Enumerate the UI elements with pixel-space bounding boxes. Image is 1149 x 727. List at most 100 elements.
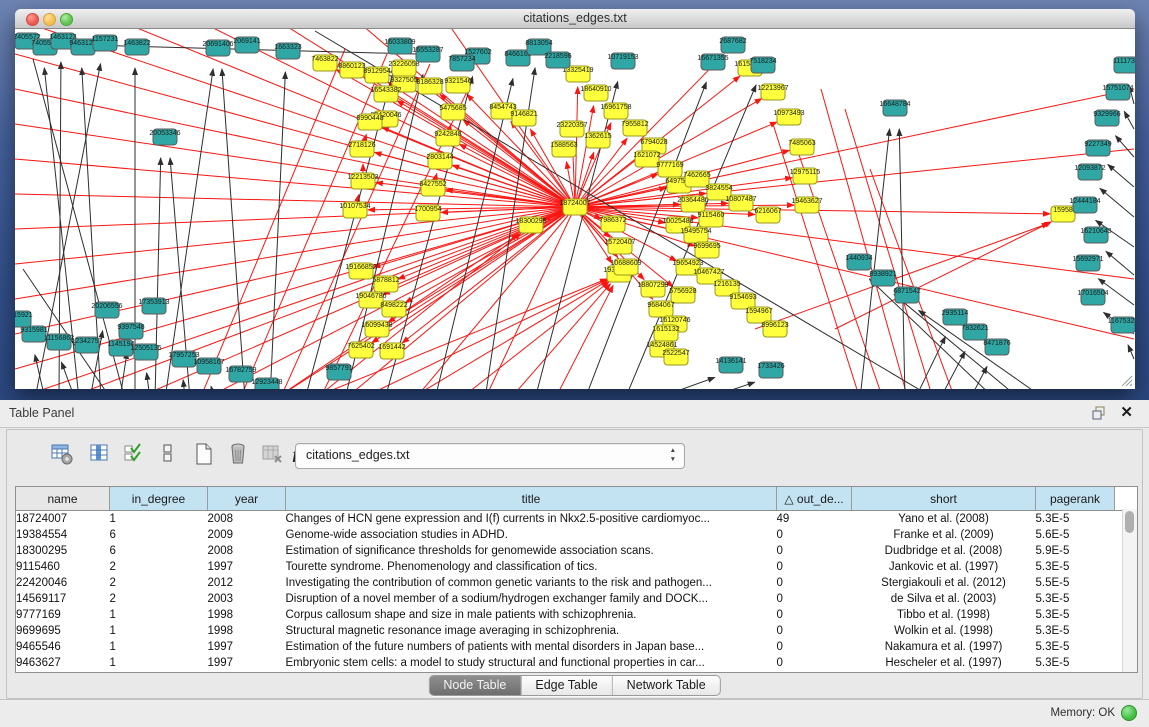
- graph-node[interactable]: 19495754: [680, 227, 711, 243]
- graph-edge[interactable]: [915, 337, 945, 389]
- graph-node[interactable]: 8186328: [416, 78, 443, 94]
- graph-node[interactable]: 20053346: [149, 129, 180, 145]
- graph-node[interactable]: 19463627: [791, 197, 822, 213]
- graph-node[interactable]: 1615132: [652, 325, 679, 341]
- column-header-short[interactable]: short: [852, 487, 1036, 511]
- graph-edge[interactable]: [147, 373, 150, 389]
- graph-node[interactable]: 1733426: [757, 362, 784, 378]
- graph-node[interactable]: 16033809: [384, 38, 415, 54]
- graph-node[interactable]: 12975115: [790, 168, 821, 184]
- graph-node[interactable]: 16553287: [412, 46, 443, 62]
- graph-node[interactable]: 15958: [1051, 206, 1075, 222]
- graph-node[interactable]: 15692971: [1072, 255, 1103, 271]
- table-row[interactable]: 946554611997Estimation of the future num…: [16, 639, 1123, 655]
- memory-status-indicator[interactable]: [1121, 705, 1137, 721]
- graph-edge[interactable]: [388, 82, 575, 207]
- graph-node[interactable]: 9146821: [510, 110, 537, 126]
- table-row[interactable]: 1872400712008Changes of HCN gene express…: [16, 511, 1123, 528]
- graph-node[interactable]: 2687682: [719, 37, 746, 53]
- graph-edge[interactable]: [1116, 136, 1134, 157]
- graph-edge[interactable]: [1100, 188, 1134, 217]
- graph-node[interactable]: 8990448: [356, 114, 383, 130]
- graph-node[interactable]: 8912954: [363, 67, 390, 83]
- graph-node[interactable]: 12923448: [251, 378, 282, 389]
- graph-edge[interactable]: [240, 54, 387, 389]
- resize-grip[interactable]: [1121, 375, 1133, 387]
- network-canvas[interactable]: 1872400718300295193845547463822886012389…: [15, 29, 1135, 389]
- graph-edge[interactable]: [940, 352, 965, 389]
- table-row[interactable]: 1456911722003Disruption of a novel membe…: [16, 591, 1123, 607]
- graph-node[interactable]: 20364486: [677, 196, 708, 212]
- rows-icon[interactable]: [153, 440, 183, 470]
- graph-edge[interactable]: [655, 377, 715, 389]
- graph-node[interactable]: 9329966: [1093, 110, 1120, 126]
- graph-node[interactable]: 10807487: [725, 195, 756, 211]
- graph-edge[interactable]: [165, 69, 213, 389]
- graph-node[interactable]: 7518234: [749, 57, 776, 73]
- graph-node[interactable]: 6216067: [754, 207, 781, 223]
- graph-node[interactable]: 9684067: [647, 301, 674, 317]
- graph-node[interactable]: 7485063: [788, 139, 815, 155]
- graph-node[interactable]: 18300295: [515, 217, 546, 233]
- column-header-pagerank[interactable]: pagerank: [1036, 487, 1115, 511]
- graph-node[interactable]: 18640910: [580, 85, 611, 101]
- show-columns-icon[interactable]: [85, 440, 115, 470]
- graph-edge[interactable]: [1124, 111, 1134, 129]
- graph-edge[interactable]: [222, 69, 245, 389]
- table-vertical-scrollbar[interactable]: [1122, 509, 1137, 672]
- graph-edge[interactable]: [211, 386, 215, 389]
- graph-node[interactable]: 5475685: [439, 104, 466, 120]
- float-panel-icon[interactable]: [1091, 405, 1107, 421]
- graph-node[interactable]: 12444184: [1069, 197, 1100, 213]
- graph-node[interactable]: 2935114: [942, 309, 969, 325]
- table-row[interactable]: 969969511998Structural magnetic resonanc…: [16, 623, 1123, 639]
- graph-node[interactable]: 9857791: [325, 364, 352, 380]
- graph-node[interactable]: 18724007: [559, 199, 590, 215]
- graph-edge[interactable]: [460, 282, 609, 389]
- graph-edge[interactable]: [183, 380, 185, 389]
- graph-node[interactable]: 8427552: [419, 180, 446, 196]
- graph-edge[interactable]: [705, 382, 755, 389]
- graph-node[interactable]: 9321546: [444, 77, 471, 93]
- table-settings-icon[interactable]: [47, 440, 77, 470]
- graph-node[interactable]: 1588563: [550, 141, 577, 157]
- graph-node[interactable]: 7955812: [621, 120, 648, 136]
- graph-edge[interactable]: [270, 72, 285, 389]
- table-row[interactable]: 946362711997Embryonic stem cells: a mode…: [16, 655, 1123, 671]
- graph-node[interactable]: 16961758: [600, 103, 631, 119]
- graph-edge[interactable]: [899, 129, 905, 389]
- graph-node[interactable]: 1691442: [378, 343, 405, 359]
- graph-node[interactable]: 8996123: [761, 321, 788, 337]
- graph-edge[interactable]: [15, 159, 575, 207]
- table-row[interactable]: 1830029562008Estimation of significance …: [16, 543, 1123, 559]
- graph-edge[interactable]: [360, 280, 607, 389]
- graph-node[interactable]: 1111734: [1113, 57, 1135, 73]
- graph-node[interactable]: 5756928: [669, 287, 696, 303]
- graph-edge[interactable]: [1106, 251, 1134, 275]
- scrollbar-thumb[interactable]: [1125, 511, 1134, 533]
- tab-network-table[interactable]: Network Table: [612, 676, 720, 695]
- graph-node[interactable]: 10958167: [193, 358, 224, 374]
- graph-node[interactable]: 7625402: [347, 342, 374, 358]
- graph-node[interactable]: 11156862: [44, 334, 74, 350]
- graph-node[interactable]: 3915921: [15, 311, 33, 327]
- graph-node[interactable]: 16210643: [1080, 227, 1111, 243]
- graph-node[interactable]: 9777169: [656, 161, 683, 177]
- graph-node[interactable]: 17353913: [138, 298, 169, 314]
- graph-node[interactable]: 2069141: [233, 37, 260, 53]
- select-rows-icon[interactable]: [119, 440, 149, 470]
- graph-node[interactable]: 7986372: [599, 216, 626, 232]
- table-selector-dropdown[interactable]: citations_edges.txt ▲▼: [295, 443, 685, 469]
- graph-node[interactable]: 9699695: [693, 242, 720, 258]
- graph-node[interactable]: 23226058: [388, 60, 419, 76]
- graph-node[interactable]: 7857234: [448, 55, 475, 71]
- graph-node[interactable]: 16099438: [361, 321, 392, 337]
- graph-node[interactable]: 1700954: [414, 205, 441, 221]
- graph-node[interactable]: 2218596: [544, 52, 571, 68]
- tab-node-table[interactable]: Node Table: [429, 676, 520, 695]
- graph-node[interactable]: 12342757: [71, 337, 102, 353]
- graph-node[interactable]: 6871542: [893, 287, 920, 303]
- graph-node[interactable]: 1663323: [274, 43, 301, 59]
- table-row[interactable]: 2242004622012Investigating the contribut…: [16, 575, 1123, 591]
- table-row[interactable]: 911546021997Tourette syndrome. Phenomeno…: [16, 559, 1123, 575]
